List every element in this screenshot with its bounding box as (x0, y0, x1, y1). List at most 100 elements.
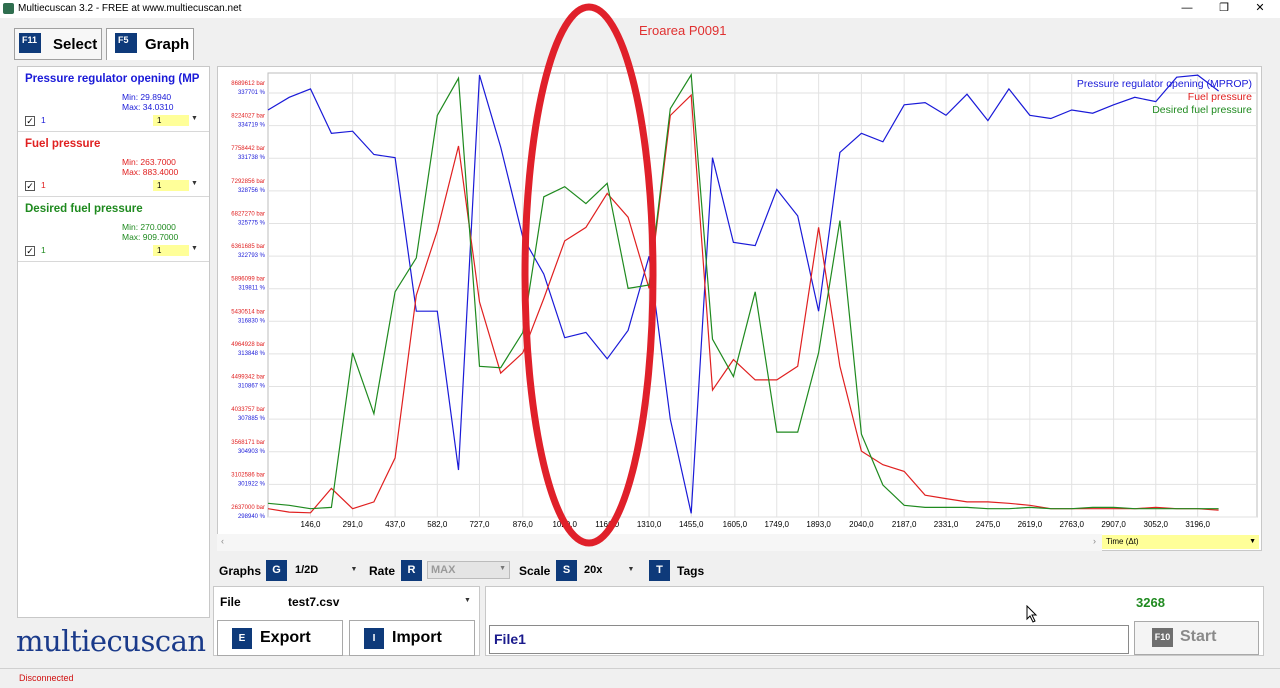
export-key: E (232, 628, 252, 649)
graphs-key-button[interactable]: G (266, 560, 287, 581)
tags-key-button[interactable]: T (649, 560, 670, 581)
y-axis-label-pct: 328756 % (238, 188, 266, 194)
x-tick-label: 1455,0 (679, 520, 704, 529)
x-tick-label: 1893,0 (806, 520, 831, 529)
channel-item[interactable]: Desired fuel pressure Min: 270.0000 Max:… (18, 197, 209, 262)
file-select[interactable]: test7.csv (288, 595, 339, 609)
x-tick-label: 2475,0 (976, 520, 1001, 529)
y-axis-label-bar: 6827270 bar (231, 211, 265, 217)
horizontal-scrollbar[interactable]: ‹ › (217, 534, 1102, 551)
export-label: Export (260, 629, 311, 646)
window-title: Multiecuscan 3.2 - FREE at www.multiecus… (18, 3, 242, 14)
x-tick-label: 1310,0 (637, 520, 662, 529)
channel-number: 1 (41, 245, 46, 255)
channel-min: Min: 29.8940 (122, 92, 172, 102)
channel-max: Max: 883.4000 (122, 167, 179, 177)
close-button[interactable]: ✕ (1244, 0, 1276, 18)
maximize-button[interactable]: ❐ (1208, 0, 1240, 18)
title-bar: Multiecuscan 3.2 - FREE at www.multiecus… (0, 0, 1280, 18)
export-button[interactable]: E Export (217, 620, 343, 656)
x-tick-label: 582,0 (427, 520, 448, 529)
y-axis-label-pct: 316830 % (238, 318, 266, 324)
y-axis-label-pct: 310867 % (238, 384, 266, 390)
y-axis-label-pct: 298940 % (238, 514, 266, 520)
import-button[interactable]: I Import (349, 620, 475, 656)
y-axis-label-bar: 4033757 bar (231, 407, 265, 413)
y-axis-label-bar: 7758442 bar (231, 146, 265, 152)
scroll-left-icon[interactable]: ‹ (221, 536, 224, 546)
tags-label[interactable]: Tags (677, 564, 704, 578)
chevron-down-icon[interactable]: ▼ (464, 597, 471, 604)
x-tick-label: 1749,0 (765, 520, 790, 529)
app-icon (3, 3, 14, 14)
app-window: Multiecuscan 3.2 - FREE at www.multiecus… (0, 0, 1280, 688)
chevron-down-icon[interactable]: ▼ (191, 245, 198, 252)
import-key: I (364, 628, 384, 649)
legend-entry: Desired fuel pressure (1152, 104, 1252, 116)
y-axis-label-bar: 3102586 bar (231, 472, 265, 478)
scroll-right-icon[interactable]: › (1093, 536, 1096, 546)
x-tick-label: 3052,0 (1144, 520, 1169, 529)
channel-axis-select[interactable]: 1 (153, 245, 189, 256)
channel-name: Pressure regulator opening (MP (25, 73, 200, 85)
x-tick-label: 876,0 (513, 520, 534, 529)
x-tick-label: 727,0 (469, 520, 490, 529)
chevron-down-icon[interactable]: ▼ (624, 562, 638, 578)
legend-entry: Fuel pressure (1188, 91, 1252, 103)
y-axis-label-bar: 3568171 bar (231, 440, 265, 446)
channel-axis-select[interactable]: 1 (153, 115, 189, 126)
minimize-button[interactable]: — (1171, 0, 1203, 18)
graphs-select[interactable]: 1/2D (295, 564, 318, 576)
y-axis-label-pct: 307885 % (238, 416, 266, 422)
x-tick-label: 146,0 (300, 520, 321, 529)
x-tick-label: 1605,0 (723, 520, 748, 529)
chevron-down-icon[interactable]: ▼ (191, 115, 198, 122)
tab-graph[interactable]: F5 Graph (106, 28, 194, 60)
time-axis-select[interactable]: Time (Δt) ▼ (1102, 535, 1259, 549)
channel-min: Min: 270.0000 (122, 222, 176, 232)
x-tick-label: 1020,0 (552, 520, 577, 529)
y-axis-label-pct: 319811 % (238, 286, 265, 292)
scale-select[interactable]: 20x (584, 564, 602, 576)
channel-checkbox[interactable]: ✓ (25, 116, 35, 126)
start-label: Start (1180, 628, 1217, 645)
y-axis-label-bar: 7292856 bar (231, 179, 265, 185)
channel-max: Max: 909.7000 (122, 232, 179, 242)
graph-panel: 146,0 291,0 437,0 582,0 727,0 876,0 1020,0 1166… (217, 66, 1262, 551)
tab-select[interactable]: F11 Select (14, 28, 102, 60)
graph-chart[interactable]: 146,0 291,0 437,0 582,0 727,0 876,0 1020,0 1166… (218, 67, 1263, 537)
start-button[interactable]: F10 Start (1134, 621, 1259, 655)
channel-item[interactable]: Fuel pressure Min: 263.7000 Max: 883.400… (18, 132, 209, 197)
logo: multiecuscan (16, 624, 206, 658)
channel-number: 1 (41, 180, 46, 190)
annotation-error-label: Eroarea P0091 (639, 23, 727, 38)
chevron-down-icon[interactable]: ▼ (347, 562, 361, 578)
chevron-down-icon[interactable]: ▼ (1249, 535, 1256, 549)
scale-key-button[interactable]: S (556, 560, 577, 581)
y-axis-label-bar: 4964928 bar (231, 342, 265, 348)
x-tick-label: 2763,0 (1059, 520, 1084, 529)
rate-label: Rate (369, 564, 396, 578)
channel-checkbox[interactable]: ✓ (25, 181, 35, 191)
rate-key-button[interactable]: R (401, 560, 422, 581)
channel-number: 1 (41, 115, 46, 125)
tab-graph-label: Graph (145, 36, 190, 53)
time-axis-value: Time (Δt) (1106, 537, 1139, 546)
x-tick-label: 2907,0 (1101, 520, 1126, 529)
y-axis-label-bar: 5896099 bar (231, 277, 265, 283)
chevron-down-icon[interactable]: ▼ (191, 180, 198, 187)
start-key: F10 (1152, 628, 1173, 647)
status-bar: Disconnected (0, 668, 1280, 688)
channel-name: Fuel pressure (25, 138, 101, 150)
channel-list: Pressure regulator opening (MP Min: 29.8… (17, 66, 210, 618)
channel-item[interactable]: Pressure regulator opening (MP Min: 29.8… (18, 67, 209, 132)
filename-input[interactable]: File1 (489, 625, 1129, 654)
channel-checkbox[interactable]: ✓ (25, 246, 35, 256)
legend-entry: Pressure regulator opening (MPROP) (1077, 78, 1252, 90)
x-tick-label: 2331,0 (934, 520, 959, 529)
channel-axis-select[interactable]: 1 (153, 180, 189, 191)
chevron-down-icon[interactable]: ▼ (499, 565, 506, 572)
y-axis-label-bar: 2637000 bar (231, 505, 265, 511)
rate-value: MAX (431, 564, 456, 576)
rate-select[interactable]: MAX ▼ (427, 561, 510, 579)
